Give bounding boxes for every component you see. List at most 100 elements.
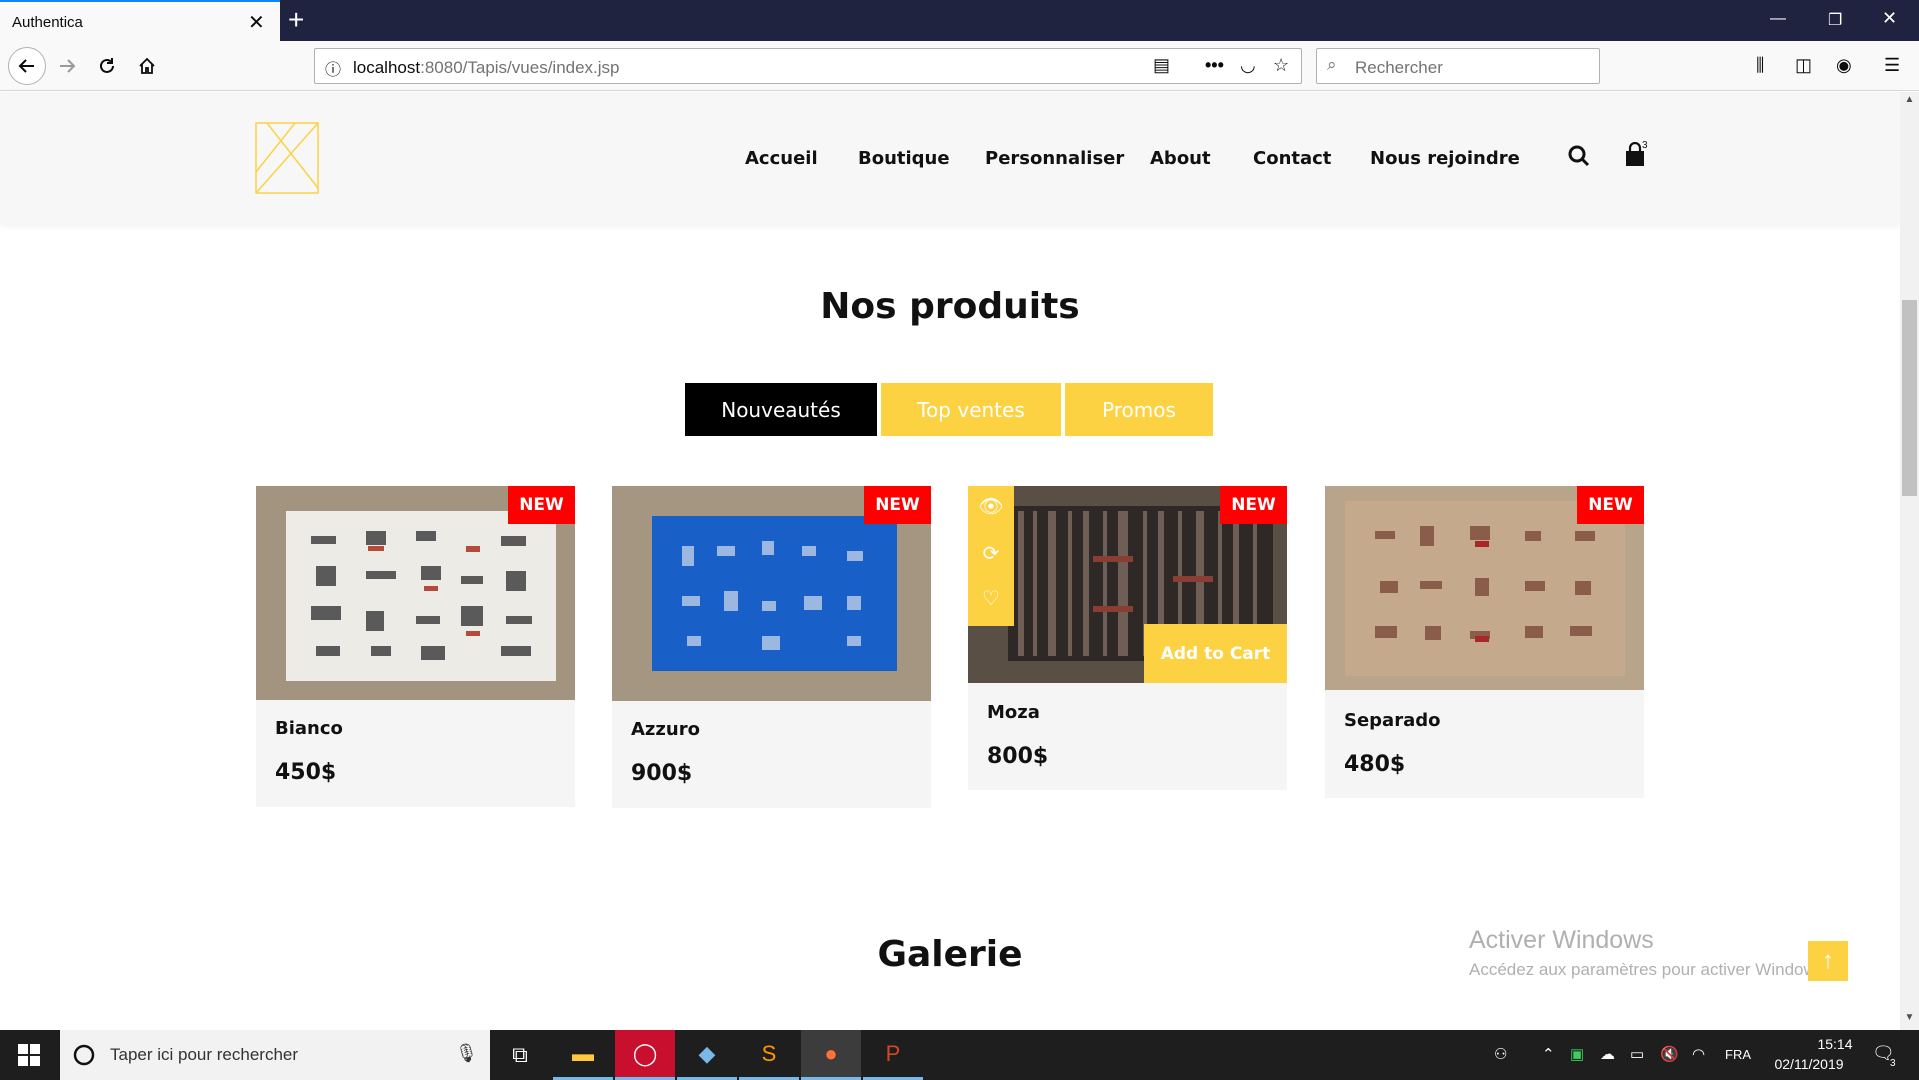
browser-tab[interactable]: Authentica ✕ <box>0 0 280 41</box>
minimize-icon[interactable]: — <box>1770 10 1786 28</box>
wishlist-heart-icon[interactable]: ♡ <box>968 586 1014 611</box>
new-badge: NEW <box>864 486 931 524</box>
nav-nous-rejoindre[interactable]: Nous rejoindre <box>1370 148 1520 169</box>
product-name[interactable]: Separado <box>1344 710 1440 731</box>
task-view-icon[interactable]: ⧉ <box>490 1030 550 1080</box>
windows-activation-title: Activer Windows <box>1469 926 1654 954</box>
site-logo[interactable] <box>255 122 319 194</box>
volume-muted-icon[interactable]: 🔇 <box>1660 1045 1679 1063</box>
product-filter-tabs: Nouveautés Top ventes Promos <box>685 383 1213 436</box>
product-card[interactable]: NEW Separado 480$ <box>1325 486 1644 798</box>
clock-date[interactable]: 02/11/2019 <box>1764 1056 1854 1072</box>
tab-nouveautes[interactable]: Nouveautés <box>685 383 877 436</box>
people-icon[interactable]: ⚇ <box>1494 1045 1507 1063</box>
tab-promos[interactable]: Promos <box>1065 383 1213 436</box>
compare-refresh-icon[interactable]: ⟳ <box>968 541 1014 566</box>
nav-contact[interactable]: Contact <box>1253 148 1331 169</box>
cortana-circle-icon <box>73 1044 95 1066</box>
powerpoint-icon[interactable]: P <box>863 1030 923 1080</box>
search-icon: ⌕ <box>1327 55 1337 74</box>
product-price: 450$ <box>275 760 337 785</box>
tab-title: Authentica <box>12 14 83 31</box>
scroll-down-icon[interactable]: ▼ <box>1900 1012 1919 1028</box>
start-button[interactable] <box>0 1030 58 1080</box>
browser-toolbar: ⓘ localhost:8080/Tapis/vues/index.jsp ▤ … <box>0 41 1919 91</box>
new-badge: NEW <box>1220 486 1287 524</box>
forward-button[interactable] <box>52 51 82 81</box>
back-to-top-button[interactable]: ↑ <box>1808 941 1848 981</box>
quick-actions-panel: 👁 ⟳ ♡ <box>968 486 1014 626</box>
firefox-icon[interactable]: ● <box>801 1030 861 1080</box>
back-arrow-icon <box>18 59 34 73</box>
windows-logo-icon <box>18 1044 40 1066</box>
home-button[interactable] <box>132 51 162 81</box>
file-explorer-icon[interactable]: ▬ <box>553 1030 613 1080</box>
library-icon[interactable]: ⫼ <box>1756 55 1764 76</box>
back-button[interactable] <box>8 47 46 85</box>
nav-personnaliser[interactable]: Personnaliser <box>985 148 1124 169</box>
product-name[interactable]: Azzuro <box>631 719 700 740</box>
tray-app-icon[interactable]: ▣ <box>1570 1045 1584 1063</box>
nav-boutique[interactable]: Boutique <box>858 148 950 169</box>
product-card[interactable]: NEW Azzuro 900$ <box>612 486 931 808</box>
close-window-icon[interactable]: ✕ <box>1882 8 1897 29</box>
product-card[interactable]: 👁 ⟳ ♡ NEW Add to Cart Moza 800$ <box>968 486 1287 790</box>
new-badge: NEW <box>1577 486 1644 524</box>
battery-icon[interactable]: ▭ <box>1630 1045 1644 1063</box>
product-card[interactable]: NEW Bianco 450$ <box>256 486 575 807</box>
product-name[interactable]: Moza <box>987 702 1040 723</box>
url-host: localhost <box>353 58 421 77</box>
sublime-text-icon[interactable]: S <box>739 1030 799 1080</box>
new-tab-icon[interactable]: + <box>288 4 304 36</box>
quick-view-eye-icon[interactable]: 👁 <box>968 494 1014 519</box>
page-scrollbar[interactable] <box>1900 92 1919 1030</box>
search-placeholder: Rechercher <box>1355 58 1443 77</box>
wifi-icon[interactable]: ◠ <box>1692 1045 1705 1063</box>
virtualbox-icon[interactable]: ◆ <box>677 1030 737 1080</box>
show-hidden-icons-icon[interactable]: ⌃ <box>1542 1045 1555 1063</box>
nav-about[interactable]: About <box>1150 148 1211 169</box>
close-tab-icon[interactable]: ✕ <box>248 10 265 35</box>
clock-time[interactable]: 15:14 <box>1790 1036 1880 1052</box>
windows-activation-subtitle: Accédez aux paramètres pour activer Wind… <box>1469 960 1829 979</box>
input-language[interactable]: FRA <box>1725 1047 1751 1062</box>
scroll-up-icon[interactable]: ▲ <box>1900 94 1919 110</box>
site-header: Accueil Boutique Personnaliser About Con… <box>0 92 1900 224</box>
account-icon[interactable]: ◉ <box>1836 55 1852 76</box>
address-bar[interactable]: ⓘ localhost:8080/Tapis/vues/index.jsp ▤ … <box>314 48 1302 84</box>
opera-icon[interactable]: ◯ <box>615 1030 675 1080</box>
taskbar-search-placeholder: Taper ici pour rechercher <box>110 1045 299 1064</box>
url-path: :8080/Tapis/vues/index.jsp <box>420 58 620 77</box>
arrow-up-icon: ↑ <box>1822 947 1834 974</box>
reader-view-icon[interactable]: ▤ <box>1153 55 1170 76</box>
product-price: 800$ <box>987 744 1049 769</box>
cart-count-badge: 3 <box>1642 140 1648 151</box>
product-price: 480$ <box>1344 752 1406 777</box>
site-info-icon[interactable]: ⓘ <box>325 56 341 80</box>
reload-icon <box>100 58 114 73</box>
windows-taskbar: Taper ici pour rechercher 🎙 ⧉ ▬ ◯ ◆ S ● … <box>0 1030 1919 1080</box>
tab-strip: Authentica ✕ + — ❐ ✕ <box>0 0 1919 41</box>
bookmark-star-icon[interactable]: ☆ <box>1273 55 1289 76</box>
menu-icon[interactable]: ☰ <box>1884 55 1900 76</box>
restore-icon[interactable]: ❐ <box>1828 10 1842 30</box>
tab-top-ventes[interactable]: Top ventes <box>881 383 1061 436</box>
microphone-icon[interactable]: 🎙 <box>455 1043 478 1064</box>
search-icon[interactable] <box>1567 144 1591 168</box>
new-badge: NEW <box>508 486 575 524</box>
onedrive-icon[interactable]: ☁ <box>1600 1045 1615 1063</box>
pocket-icon[interactable]: ◡ <box>1240 55 1256 76</box>
reload-button[interactable] <box>92 51 122 81</box>
search-bar[interactable]: ⌕ Rechercher <box>1316 48 1600 84</box>
taskbar-search-box[interactable]: Taper ici pour rechercher 🎙 <box>60 1030 490 1080</box>
scrollbar-thumb[interactable] <box>1902 300 1917 496</box>
product-price: 900$ <box>631 761 693 786</box>
products-section-title: Nos produits <box>820 286 1080 327</box>
url-text[interactable]: localhost:8080/Tapis/vues/index.jsp <box>353 58 620 78</box>
nav-accueil[interactable]: Accueil <box>745 148 818 169</box>
page-actions-icon[interactable]: ••• <box>1205 55 1224 76</box>
add-to-cart-button[interactable]: Add to Cart <box>1144 624 1287 683</box>
sidebar-icon[interactable]: ◫ <box>1795 55 1812 76</box>
forward-arrow-icon <box>60 59 76 73</box>
product-name[interactable]: Bianco <box>275 718 343 739</box>
